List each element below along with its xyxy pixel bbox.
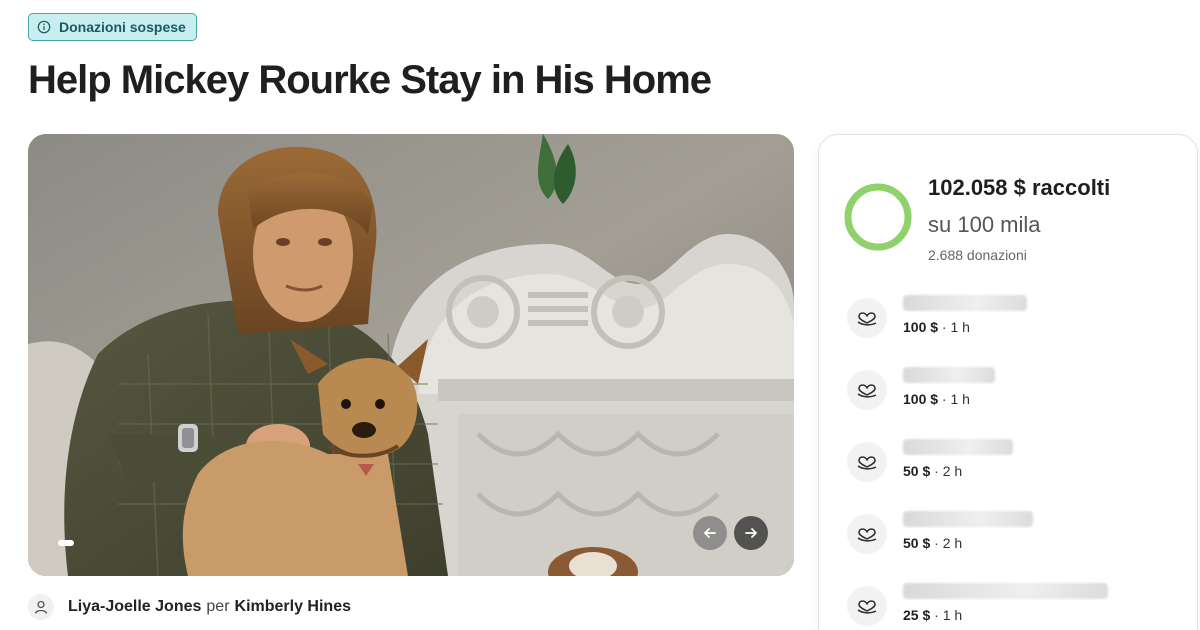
carousel-indicator[interactable]: [58, 540, 74, 546]
donation-item: 50 $ · 2 h: [847, 439, 1177, 489]
donor-name-redacted: [903, 583, 1108, 599]
person-icon: [34, 600, 48, 614]
hero-image[interactable]: [28, 134, 794, 576]
donation-time: 2 h: [942, 535, 963, 551]
heart-hand-icon: [847, 514, 887, 554]
heart-hand-icon: [847, 370, 887, 410]
progress-ring: [844, 183, 912, 251]
heart-hand-icon-glyph: [857, 384, 877, 398]
heart-hand-icon-glyph: [857, 456, 877, 470]
arrow-right-icon: [745, 528, 757, 538]
donation-meta: 50 $ · 2 h: [903, 463, 963, 479]
avatar: [28, 594, 54, 620]
campaign-photo: [28, 134, 794, 576]
organizer-name[interactable]: Liya-Joelle Jones: [68, 598, 201, 615]
carousel-prev-button[interactable]: [693, 516, 727, 550]
donation-time: 1 h: [942, 607, 963, 623]
donation-item: 25 $ · 1 h: [847, 583, 1177, 630]
donor-name-redacted: [903, 439, 1013, 455]
donation-amount: 25 $: [903, 607, 931, 623]
heart-hand-icon-glyph: [857, 528, 877, 542]
donation-amount: 50 $: [903, 535, 931, 551]
donation-meta: 25 $ · 1 h: [903, 607, 963, 623]
donation-item: 100 $ · 1 h: [847, 367, 1177, 417]
info-icon: [37, 20, 51, 34]
arrow-left-icon: [704, 528, 716, 538]
donation-meta: 100 $ · 1 h: [903, 391, 970, 407]
fundraising-goal: su 100 mila: [928, 212, 1041, 237]
status-badge: Donazioni sospese: [28, 13, 197, 41]
donation-panel: 102.058 $ raccolti su 100 mila 2.688 don…: [818, 134, 1198, 630]
donation-time: 1 h: [950, 319, 970, 335]
fundraiser-page: Donazioni sospese Help Mickey Rourke Sta…: [0, 0, 1200, 630]
donation-time: 2 h: [942, 463, 963, 479]
donation-amount: 50 $: [903, 463, 931, 479]
beneficiary-name[interactable]: Kimberly Hines: [235, 598, 351, 615]
heart-hand-icon: [847, 442, 887, 482]
heart-hand-icon-glyph: [857, 312, 877, 326]
page-title: Help Mickey Rourke Stay in His Home: [28, 58, 712, 102]
donation-item: 50 $ · 2 h: [847, 511, 1177, 561]
progress-ring-fill: [844, 183, 912, 251]
heart-hand-icon: [847, 586, 887, 626]
organizer-joiner: per: [206, 598, 230, 615]
donor-name-redacted: [903, 511, 1033, 527]
donor-name-redacted: [903, 367, 995, 383]
heart-hand-icon: [847, 298, 887, 338]
donation-meta: 50 $ · 2 h: [903, 535, 963, 551]
donor-name-redacted: [903, 295, 1027, 311]
amount-raised: 102.058 $ raccolti: [928, 175, 1111, 200]
status-badge-label: Donazioni sospese: [59, 19, 186, 35]
donation-time: 1 h: [950, 391, 970, 407]
donations-count: 2.688 donazioni: [928, 247, 1027, 263]
organizer-line: Liya-Joelle Jones per Kimberly Hines: [28, 594, 351, 620]
donation-amount: 100 $: [903, 391, 939, 407]
carousel-next-button[interactable]: [734, 516, 768, 550]
heart-hand-icon-glyph: [857, 600, 877, 614]
donation-meta: 100 $ · 1 h: [903, 319, 970, 335]
donation-item: 100 $ · 1 h: [847, 295, 1177, 345]
donation-amount: 100 $: [903, 319, 939, 335]
